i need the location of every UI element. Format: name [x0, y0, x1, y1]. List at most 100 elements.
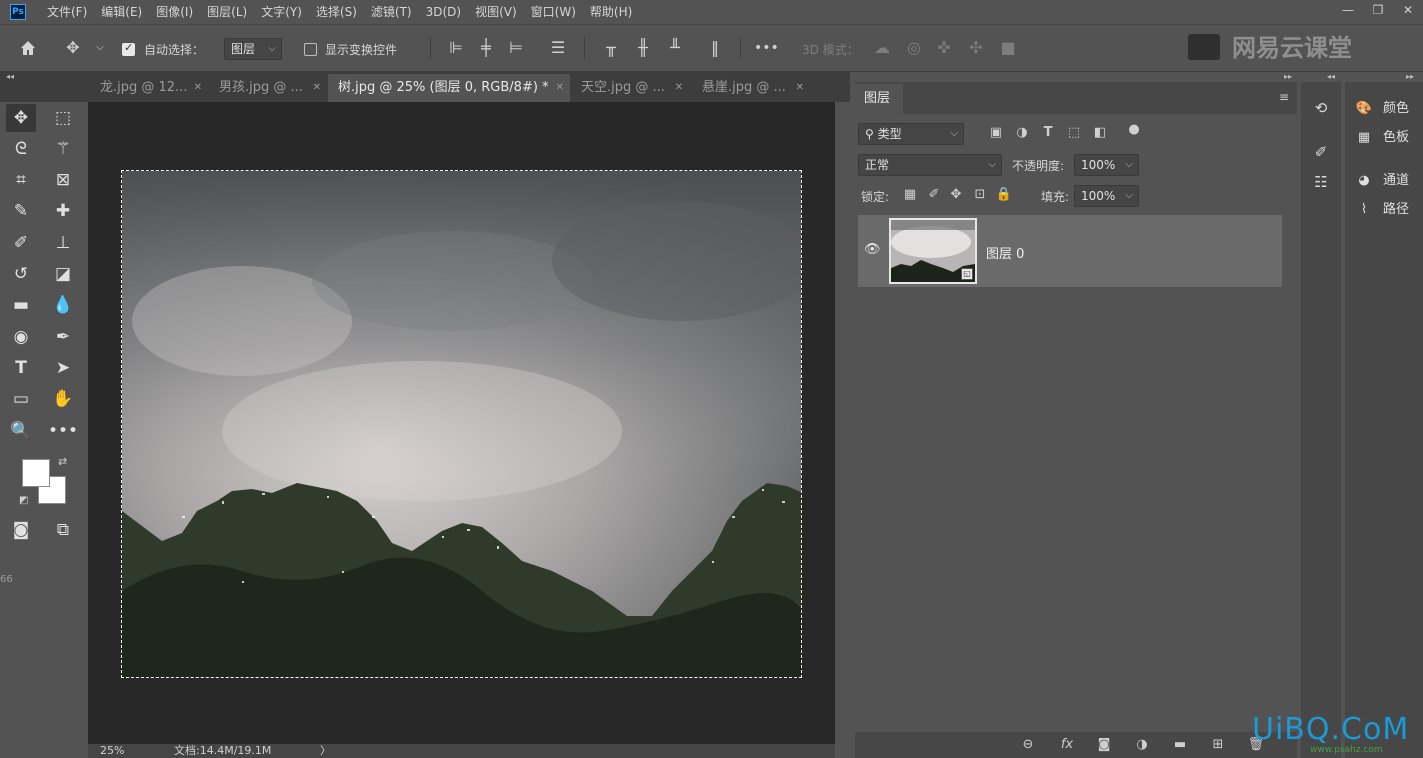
menu-3d[interactable]: 3D(D) — [419, 0, 468, 24]
menu-window[interactable]: 窗口(W) — [524, 0, 583, 24]
close-tab-icon[interactable]: ✕ — [796, 74, 804, 102]
fill-input[interactable]: 100% ⌵ — [1074, 185, 1139, 207]
path-selection-tool-icon[interactable]: ➤ — [48, 354, 78, 382]
opacity-input[interactable]: 100% ⌵ — [1074, 154, 1139, 176]
filter-adjustment-icon[interactable]: ◑ — [1013, 125, 1031, 140]
panel-menu-icon[interactable]: ≡ — [1279, 90, 1289, 104]
brush-settings-icon[interactable]: ✐ — [1311, 142, 1331, 162]
home-icon[interactable] — [18, 38, 38, 58]
swap-colors-icon[interactable]: ⇄ — [58, 455, 67, 468]
blur-tool-icon[interactable]: 💧 — [48, 291, 78, 319]
more-options-icon[interactable]: ••• — [754, 38, 779, 58]
eyedropper-tool-icon[interactable]: ✎ — [6, 197, 36, 225]
align-top-icon[interactable]: ╥ — [601, 38, 621, 58]
lock-image-pixels-icon[interactable]: ✐ — [925, 187, 943, 202]
default-colors-icon[interactable]: ◩ — [19, 495, 28, 506]
menu-file[interactable]: 文件(F) — [40, 0, 94, 24]
layer-thumbnail[interactable]: ◱ — [889, 218, 977, 284]
side-panel-swatches[interactable]: ▦ 色板 — [1345, 124, 1423, 152]
menu-edit[interactable]: 编辑(E) — [94, 0, 149, 24]
restore-button[interactable]: ❐ — [1363, 0, 1393, 22]
move-tool-icon[interactable]: ✥ — [6, 104, 36, 132]
align-bottom-icon[interactable]: ╨ — [665, 38, 685, 58]
status-menu-arrow-icon[interactable]: 〉 — [320, 744, 331, 758]
frame-tool-icon[interactable]: ⊠ — [48, 166, 78, 194]
tab-tree[interactable]: 树.jpg @ 25% (图层 0, RGB/8#) * ✕ — [328, 74, 570, 102]
align-middle-icon[interactable]: ╫ — [633, 38, 653, 58]
link-layers-icon[interactable]: ⊖ — [1019, 737, 1037, 752]
foreground-color-swatch[interactable] — [22, 459, 50, 487]
pen-tool-icon[interactable]: ✒ — [48, 323, 78, 351]
3d-camera-icon[interactable]: ■ — [998, 38, 1018, 58]
distribute-horizontal-icon[interactable]: ‖ — [705, 38, 725, 58]
zoom-level[interactable]: 25% — [100, 744, 124, 758]
distribute-vertical-icon[interactable]: ☰ — [548, 38, 568, 58]
close-tab-icon[interactable]: ✕ — [556, 74, 564, 102]
minimize-button[interactable]: — — [1333, 0, 1363, 22]
3d-slide-icon[interactable]: ✣ — [966, 38, 986, 58]
move-tool-preset-icon[interactable]: ✥ — [63, 38, 83, 58]
tab-dragon[interactable]: 龙.jpg @ 12... ✕ — [90, 74, 208, 102]
filter-shape-icon[interactable]: ⬚ — [1065, 125, 1083, 140]
close-tab-icon[interactable]: ✕ — [194, 74, 202, 102]
lasso-tool-icon[interactable]: ᘓ — [6, 135, 36, 163]
tab-cliff[interactable]: 悬崖.jpg @ ... ✕ — [692, 74, 810, 102]
3d-pan-icon[interactable]: ✜ — [934, 38, 954, 58]
lock-all-icon[interactable]: 🔒 — [995, 187, 1013, 202]
close-tab-icon[interactable]: ✕ — [313, 74, 321, 102]
healing-brush-tool-icon[interactable]: ✚ — [48, 197, 78, 225]
tab-layers[interactable]: 图层 — [855, 84, 903, 114]
show-transform-checkbox[interactable] — [304, 43, 317, 56]
quick-mask-icon[interactable]: ◙ — [6, 516, 36, 544]
eye-icon[interactable]: 👁 — [864, 242, 881, 257]
menu-image[interactable]: 图像(I) — [149, 0, 200, 24]
align-left-icon[interactable]: ⊫ — [446, 38, 466, 58]
hand-tool-icon[interactable]: ✋ — [48, 385, 78, 413]
close-tab-icon[interactable]: ✕ — [675, 74, 683, 102]
expand-side-panels-icon[interactable]: ▸▸ — [1406, 72, 1414, 81]
history-icon[interactable]: ⟲ — [1311, 98, 1331, 118]
tab-boy[interactable]: 男孩.jpg @ ... ✕ — [209, 74, 327, 102]
eraser-tool-icon[interactable]: ◪ — [48, 260, 78, 288]
3d-orbit-icon[interactable]: ☁ — [872, 38, 892, 58]
filter-toggle-icon[interactable]: ● — [1125, 122, 1143, 137]
side-panel-channels[interactable]: ◕ 通道 — [1345, 167, 1423, 195]
zoom-tool-icon[interactable]: 🔍 — [6, 417, 36, 445]
crop-tool-icon[interactable]: ⌗ — [6, 166, 36, 194]
chevron-down-icon[interactable]: ⌵ — [90, 38, 110, 58]
type-tool-icon[interactable]: T — [6, 354, 36, 382]
align-right-icon[interactable]: ⊨ — [506, 38, 526, 58]
lock-artboard-icon[interactable]: ⊡ — [971, 187, 989, 202]
document-canvas[interactable] — [88, 102, 835, 744]
add-mask-icon[interactable]: ◙ — [1095, 737, 1113, 752]
layer-filter-dropdown[interactable]: ⚲ 类型 ⌵ — [858, 123, 964, 145]
menu-select[interactable]: 选择(S) — [309, 0, 364, 24]
screen-mode-icon[interactable]: ⧉ — [48, 516, 78, 544]
rectangle-tool-icon[interactable]: ▭ — [6, 385, 36, 413]
lock-transparent-pixels-icon[interactable]: ▦ — [901, 187, 919, 202]
menu-filter[interactable]: 滤镜(T) — [364, 0, 419, 24]
align-center-icon[interactable]: ╪ — [476, 38, 496, 58]
collapse-toolbar-icon[interactable]: ◂◂ — [6, 72, 14, 81]
filter-type-icon[interactable]: T — [1039, 125, 1057, 140]
fx-icon[interactable]: fx — [1058, 737, 1076, 752]
new-layer-icon[interactable]: ⊞ — [1209, 737, 1227, 752]
layer-row[interactable]: 👁 ◱ 图层 0 — [858, 215, 1282, 287]
properties-icon[interactable]: ☷ — [1311, 172, 1331, 192]
lock-position-icon[interactable]: ✥ — [947, 187, 965, 202]
brush-tool-icon[interactable]: ✐ — [6, 229, 36, 257]
marquee-tool-icon[interactable]: ⬚ — [48, 104, 78, 132]
tab-sky[interactable]: 天空.jpg @ ... ✕ — [571, 74, 689, 102]
collapse-side-panels-icon[interactable]: ◂◂ — [1327, 72, 1335, 81]
side-panel-color[interactable]: 🎨 颜色 — [1345, 95, 1423, 123]
menu-help[interactable]: 帮助(H) — [583, 0, 639, 24]
auto-select-checkbox[interactable] — [122, 41, 135, 56]
more-tools-icon[interactable]: ••• — [48, 417, 78, 445]
canvas-image[interactable] — [121, 170, 802, 678]
history-brush-tool-icon[interactable]: ↺ — [6, 260, 36, 288]
layer-name[interactable]: 图层 0 — [986, 243, 1024, 262]
auto-select-target-dropdown[interactable]: 图层 ⌵ — [224, 38, 282, 60]
side-panel-paths[interactable]: ⌇ 路径 — [1345, 196, 1423, 224]
filter-smart-object-icon[interactable]: ◧ — [1091, 125, 1109, 140]
menu-layer[interactable]: 图层(L) — [200, 0, 254, 24]
